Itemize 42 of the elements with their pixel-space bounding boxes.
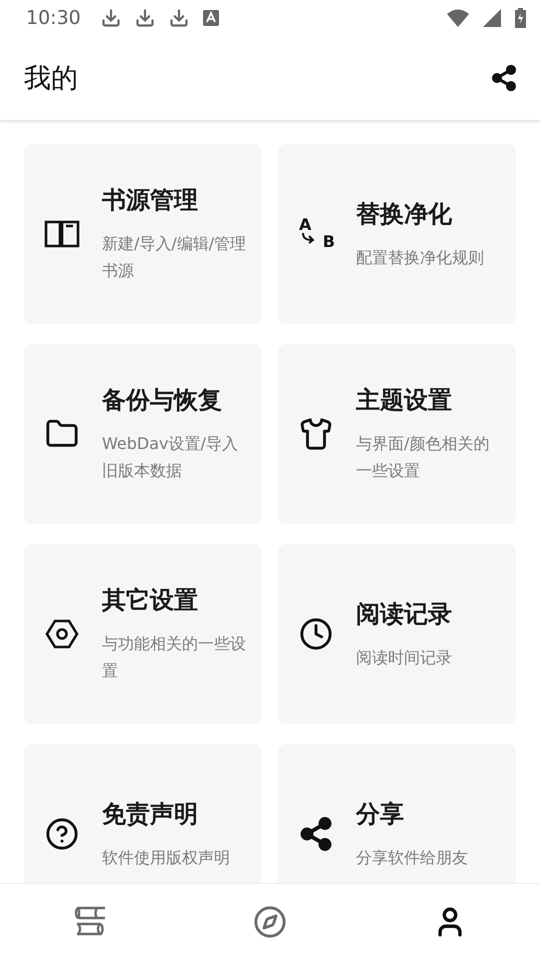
card-description: 新建/导入/编辑/管理书源	[102, 233, 248, 282]
share-button[interactable]	[490, 64, 518, 92]
battery-icon	[515, 8, 526, 28]
clock-icon	[299, 617, 333, 651]
card-title: 其它设置	[102, 585, 199, 616]
download-icon	[100, 8, 121, 28]
card-description: 阅读时间记录	[356, 646, 452, 668]
menu-card[interactable]: 阅读记录 阅读时间记录	[278, 544, 516, 724]
menu-card[interactable]: 分享 分享软件给朋友	[278, 744, 516, 883]
card-title: 主题设置	[356, 385, 453, 416]
settings-icon	[45, 617, 79, 651]
card-description: 配置替换净化规则	[356, 246, 484, 268]
card-description: 软件使用版权声明	[102, 846, 230, 868]
download-icon	[134, 8, 155, 28]
card-description: 与功能相关的一些设置	[102, 633, 247, 682]
card-description: 与界面/颜色相关的一些设置	[356, 433, 490, 482]
notification-icon	[202, 10, 219, 26]
page-title: 我的	[24, 62, 78, 96]
menu-card[interactable]: A B 替换净化 配置替换净化规则	[278, 144, 516, 324]
signal-icon	[483, 9, 501, 27]
menu-card[interactable]: 主题设置 与界面/颜色相关的一些设置	[278, 344, 516, 524]
menu-card[interactable]: 备份与恢复 WebDav设置/导入旧版本数据	[24, 344, 262, 524]
download-icon	[168, 8, 189, 28]
card-title: 免责声明	[102, 798, 199, 830]
card-description: 分享软件给朋友	[356, 846, 468, 868]
wifi-icon	[447, 9, 469, 27]
share-icon	[298, 816, 334, 852]
menu-card[interactable]: 书源管理 新建/导入/编辑/管理书源	[24, 144, 262, 324]
card-title: 阅读记录	[356, 598, 452, 630]
card-title: 备份与恢复	[102, 385, 223, 416]
status-time: 10:30	[26, 7, 81, 29]
bookshelf-icon	[73, 906, 107, 938]
card-description: WebDav设置/导入旧版本数据	[102, 433, 239, 482]
help-icon	[45, 817, 79, 851]
compass-icon	[253, 905, 287, 939]
shirt-icon	[299, 417, 333, 451]
menu-card[interactable]: 其它设置 与功能相关的一些设置	[24, 544, 262, 724]
card-title: 替换净化	[356, 198, 453, 230]
menu-card[interactable]: 免责声明 软件使用版权声明	[24, 744, 262, 883]
card-title: 书源管理	[102, 185, 199, 216]
book-icon	[44, 218, 80, 250]
card-title: 分享	[356, 798, 405, 830]
